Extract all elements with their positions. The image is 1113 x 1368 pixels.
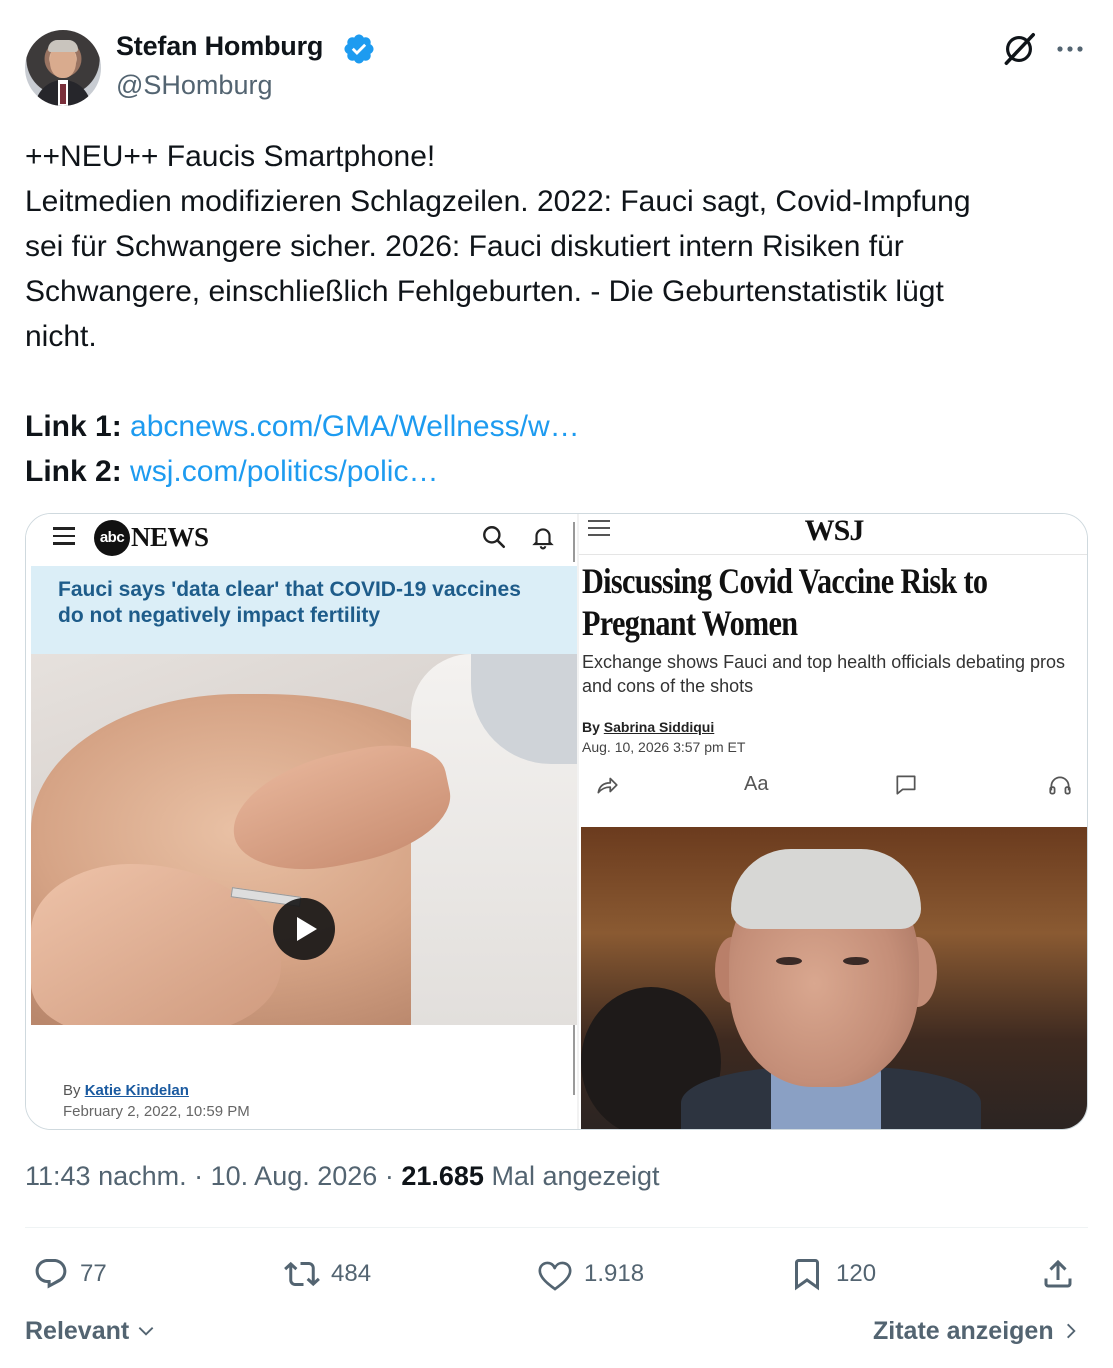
fauci-photo [581, 827, 1087, 1129]
verified-badge-icon [344, 34, 374, 64]
tweet-line: ++NEU++ Faucis Smartphone! [25, 140, 436, 173]
share-icon [594, 772, 620, 803]
author-name[interactable]: Stefan Homburg [116, 31, 323, 62]
abc-news-screenshot[interactable]: abc NEWS Fauci says 'data clear' that CO… [26, 514, 577, 1129]
bookmark-button[interactable]: 120 [789, 1254, 876, 1294]
reply-count: 77 [80, 1260, 107, 1287]
tweet-line: Schwangere, einschließlich Fehlgeburten.… [25, 275, 944, 308]
bookmark-count: 120 [836, 1260, 877, 1287]
tweet-time[interactable]: 11:43 nachm. [25, 1161, 187, 1191]
views-label: Mal angezeigt [491, 1161, 660, 1191]
comment-icon [893, 772, 919, 803]
vaccination-photo [31, 654, 577, 1025]
reply-button[interactable]: 77 [33, 1254, 107, 1294]
media-card[interactable]: abc NEWS Fauci says 'data clear' that CO… [25, 513, 1088, 1130]
scrollbar-line [573, 1025, 575, 1095]
menu-icon [53, 527, 75, 545]
divider [25, 1227, 1088, 1228]
wsj-headline: Discussing Covid Vaccine Risk to Pregnan… [582, 561, 988, 643]
link-label: Link 1: [25, 410, 122, 443]
wsj-byline: By Sabrina Siddiqui [582, 719, 714, 735]
meta-separator: · [194, 1161, 204, 1191]
tweet-line: Leitmedien modifizieren Schlagzeilen. 20… [25, 185, 971, 218]
like-button[interactable]: 1.918 [537, 1254, 644, 1294]
tweet-text: ++NEU++ Faucis Smartphone! Leitmedien mo… [25, 134, 1090, 494]
grok-icon[interactable] [1000, 30, 1038, 68]
quotes-label: Zitate anzeigen [873, 1317, 1054, 1345]
like-count: 1.918 [584, 1260, 645, 1287]
link-url[interactable]: wsj.com/politics/polic… [130, 455, 438, 488]
repost-count: 484 [331, 1260, 372, 1287]
link-row-2: Link 2: wsj.com/politics/polic… [25, 449, 1090, 494]
text-size-icon: Aa [744, 773, 769, 795]
abc-logo-badge: abc [94, 520, 130, 556]
meta-separator: · [384, 1161, 394, 1191]
link-url[interactable]: abcnews.com/GMA/Wellness/w… [130, 410, 580, 443]
abc-logo-text: NEWS [131, 522, 209, 552]
headphones-icon [1047, 772, 1073, 803]
scrollbar-line [573, 522, 575, 562]
byline-author: Sabrina Siddiqui [603, 719, 715, 735]
views-count: 21.685 [401, 1161, 484, 1191]
bookmark-icon [795, 1259, 819, 1291]
wsj-screenshot[interactable]: WSJ Discussing Covid Vaccine Risk to Pre… [579, 514, 1087, 1129]
abc-date: February 2, 2022, 10:59 PM [63, 1103, 250, 1120]
author-handle[interactable]: @SHomburg [116, 70, 272, 101]
byline-author: Katie Kindelan [84, 1082, 189, 1099]
abc-header: abc NEWS [26, 514, 577, 562]
avatar[interactable] [25, 30, 101, 106]
tweet-date[interactable]: 10. Aug. 2026 [211, 1161, 378, 1191]
tweet-line: sei für Schwangere sicher. 2026: Fauci d… [25, 230, 904, 263]
share-button[interactable] [1040, 1254, 1087, 1294]
link-label: Link 2: [25, 455, 122, 488]
repost-button[interactable]: 484 [284, 1254, 371, 1294]
play-video-icon[interactable] [273, 898, 335, 960]
tweet-line: nicht. [25, 320, 97, 353]
abc-byline: By Katie Kindelan [63, 1082, 189, 1099]
byline-prefix: By [582, 719, 600, 735]
wsj-logo: WSJ [804, 514, 865, 547]
tweet-meta: 11:43 nachm. · 10. Aug. 2026 · 21.685 Ma… [25, 1161, 660, 1192]
reply-icon [35, 1259, 67, 1289]
sort-label: Relevant [25, 1317, 130, 1345]
repost-icon [284, 1261, 320, 1287]
byline-prefix: By [63, 1082, 81, 1099]
chevron-right-icon [1066, 1323, 1076, 1339]
wsj-article-toolbar: Aa [579, 772, 1087, 803]
chevron-down-icon [138, 1327, 154, 1336]
divider [579, 554, 1087, 555]
sort-relevant-dropdown[interactable]: Relevant [25, 1317, 156, 1346]
abc-headline: Fauci says 'data clear' that COVID-19 va… [58, 578, 521, 627]
photo-eye [776, 957, 802, 965]
view-quotes-link[interactable]: Zitate anzeigen [873, 1317, 1081, 1346]
wsj-subhead: Exchange shows Fauci and top health offi… [582, 652, 1065, 696]
link-row-1: Link 1: abcnews.com/GMA/Wellness/w… [25, 404, 1090, 449]
avatar-hair [48, 40, 78, 52]
photo-hair [731, 849, 921, 929]
more-options-icon[interactable] [1052, 32, 1088, 66]
wsj-date: Aug. 10, 2026 3:57 pm ET [582, 739, 746, 755]
share-icon [1044, 1259, 1072, 1288]
heart-icon [538, 1261, 572, 1291]
search-icon [483, 526, 506, 549]
avatar-tie [60, 84, 66, 104]
photo-eye [843, 957, 869, 965]
bell-icon [532, 528, 554, 550]
